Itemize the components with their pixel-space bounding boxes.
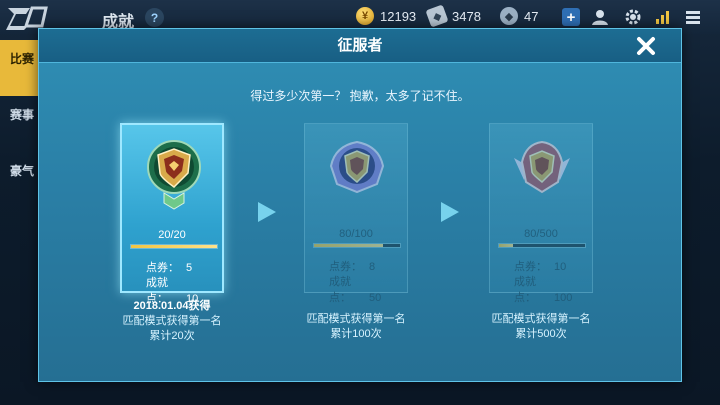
tier-card-500[interactable]: 80/500 点券： 10 成就点： 100 匹配模式获得第一名 累计500次 <box>489 123 593 341</box>
tier-card-100[interactable]: 80/100 点券： 8 成就点： 50 匹配模式获得第一名 累计100次 <box>304 123 408 341</box>
game-logo-icon <box>6 4 54 30</box>
tab-luxury-label: 豪气 <box>10 164 35 178</box>
tier-progress-fill <box>131 245 217 248</box>
tier-card-frame: 80/100 点券： 8 成就点： 50 <box>304 123 408 304</box>
help-button[interactable]: ? <box>145 8 164 27</box>
tier-desc: 匹配模式获得第一名 累计100次 <box>304 313 408 341</box>
coin-counter: ¥ 12193 <box>356 7 416 25</box>
tier-progress-text: 80/100 <box>339 228 373 240</box>
points-label: 成就点： <box>146 277 168 305</box>
points-label: 成就点： <box>514 276 536 304</box>
tab-luxury[interactable]: 豪气 <box>0 152 40 208</box>
modal-subtitle: 得过多少次第一？ 抱歉，太多了记不住。 <box>250 89 470 103</box>
coin-value: 12193 <box>380 8 417 24</box>
voucher-stat: 点券： 8 <box>329 258 375 274</box>
voucher-label: 点券： <box>329 261 362 273</box>
tab-event-label: 赛事 <box>10 108 35 122</box>
arrow-right-icon <box>441 202 459 222</box>
tier-progress-text: 80/500 <box>524 228 558 240</box>
diamond-icon: ◆ <box>500 7 518 25</box>
coin-icon: ¥ <box>356 7 374 25</box>
tier-progress-text: 20/20 <box>158 229 186 241</box>
close-icon <box>637 37 655 55</box>
menu-icon[interactable] <box>683 7 703 27</box>
close-button[interactable] <box>633 33 659 59</box>
friends-icon[interactable] <box>590 7 610 27</box>
ticket-value: 3478 <box>452 8 481 24</box>
points-value: 50 <box>369 292 382 304</box>
achievement-modal: 征服者 得过多少次第一？ 抱歉，太多了记不住。 20/20 点券： 5 成就点： 1… <box>38 28 682 382</box>
gold-shield-badge-icon <box>147 140 201 210</box>
signal-icon <box>653 7 673 27</box>
tier-progress-fill <box>314 244 383 247</box>
tier-progress-bar <box>130 244 218 249</box>
points-value: 100 <box>554 292 573 304</box>
tier-card-frame: 80/500 点券： 10 成就点： 100 <box>489 123 593 304</box>
voucher-value: 5 <box>186 262 193 274</box>
tier-desc-line1: 匹配模式获得第一名 <box>122 315 222 327</box>
tier-desc-line2: 累计100次 <box>330 328 382 340</box>
tier-desc-line2: 累计20次 <box>149 330 195 342</box>
settings-gear-icon[interactable] <box>623 7 643 27</box>
points-stat: 成就点： 100 <box>514 273 572 305</box>
tab-event[interactable]: 赛事 <box>0 96 40 152</box>
voucher-value: 8 <box>369 261 376 273</box>
ticket-counter: ◆ 3478 <box>425 4 481 28</box>
points-value: 10 <box>186 293 199 305</box>
points-stat: 成就点： 10 <box>146 274 198 306</box>
voucher-stat: 点券： 5 <box>146 259 192 275</box>
add-currency-button[interactable]: + <box>562 8 580 26</box>
arrow-right-icon <box>258 202 276 222</box>
tier-progress-fill <box>499 244 513 247</box>
purple-shield-badge-icon <box>329 140 385 194</box>
voucher-label: 点券： <box>146 262 179 274</box>
tier-desc: 匹配模式获得第一名 累计500次 <box>489 313 593 341</box>
tier-desc-line2: 累计500次 <box>515 328 567 340</box>
tier-desc-line1: 匹配模式获得第一名 <box>306 313 406 325</box>
tier-progress-bar <box>313 243 401 248</box>
tier-card-frame: 20/20 点券： 5 成就点： 10 <box>120 123 224 305</box>
tier-desc-line1: 匹配模式获得第一名 <box>491 313 591 325</box>
ticket-icon: ◆ <box>425 4 449 28</box>
points-stat: 成就点： 50 <box>329 273 381 305</box>
diamond-counter: ◆ 47 <box>500 7 538 25</box>
modal-title: 征服者 <box>337 37 383 54</box>
winged-shield-badge-icon <box>514 140 570 194</box>
tab-match[interactable]: 比赛 <box>0 40 40 96</box>
left-tab-bar: 比赛 赛事 豪气 <box>0 40 40 208</box>
tier-card-20[interactable]: 20/20 点券： 5 成就点： 10 2018.01.04获得 匹配模式获得第一名… <box>120 123 224 343</box>
tier-progress-bar <box>498 243 586 248</box>
voucher-stat: 点券： 10 <box>514 258 566 274</box>
tab-match-label: 比赛 <box>10 52 35 66</box>
diamond-value: 47 <box>524 8 539 24</box>
voucher-label: 点券： <box>514 261 547 273</box>
modal-header: 征服者 <box>39 29 681 63</box>
points-label: 成就点： <box>329 276 351 304</box>
voucher-value: 10 <box>554 261 567 273</box>
